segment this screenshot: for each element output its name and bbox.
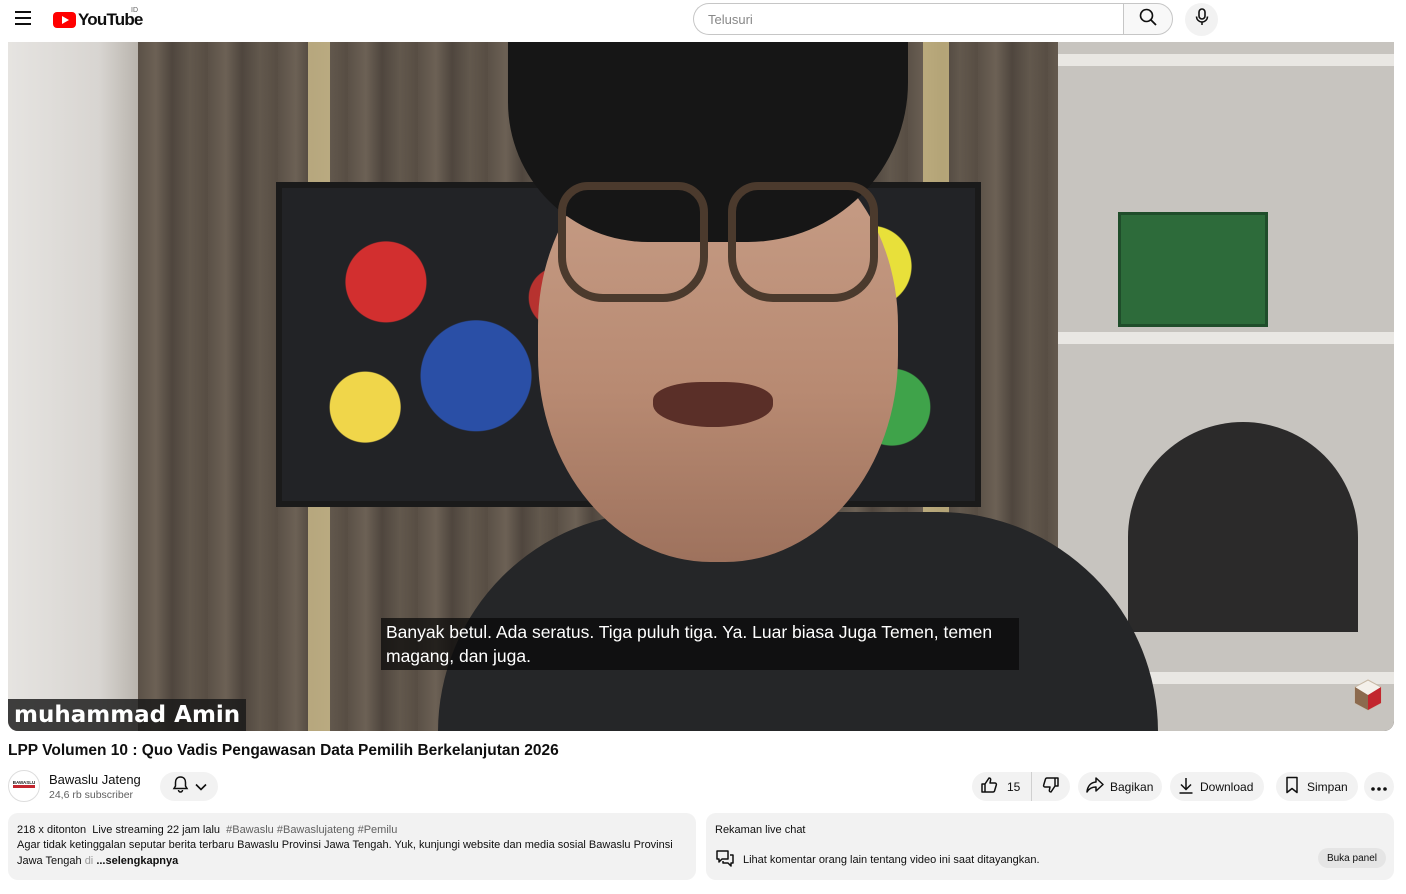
mic-icon — [1195, 8, 1209, 31]
search-bar — [693, 3, 1173, 35]
search-input[interactable] — [693, 3, 1123, 35]
search-icon — [1139, 8, 1157, 31]
video-title: LPP Volumen 10 : Quo Vadis Pengawasan Da… — [8, 742, 559, 759]
youtube-play-icon — [53, 12, 76, 28]
menu-button[interactable] — [8, 4, 40, 36]
chat-bubble-icon — [715, 849, 735, 870]
channel-name[interactable]: Bawaslu Jateng — [49, 772, 141, 787]
subscriber-count: 24,6 rb subscriber — [49, 789, 134, 801]
search-button[interactable] — [1123, 3, 1173, 35]
chevron-down-icon — [194, 778, 207, 796]
live-chat-title: Rekaman live chat — [715, 824, 806, 836]
channel-watermark-icon[interactable] — [1353, 678, 1383, 712]
share-label: Bagikan — [1110, 779, 1154, 794]
video-caption: Banyak betul. Ada seratus. Tiga puluh ti… — [381, 618, 1019, 670]
description-box[interactable]: 218 x ditonton Live streaming 22 jam lal… — [8, 813, 696, 880]
description-meta: 218 x ditonton Live streaming 22 jam lal… — [17, 824, 687, 836]
hashtags[interactable]: #Bawaslu #Bawaslujateng #Pemilu — [226, 824, 397, 836]
show-more-link[interactable]: ...selengkapnya — [96, 855, 178, 867]
like-button[interactable]: 15 — [972, 772, 1032, 801]
top-bar: YouTube ID — [0, 0, 1406, 40]
description-faded-text: di — [84, 855, 94, 867]
channel-avatar-text: BAWASLU — [13, 780, 36, 785]
notification-bell-button[interactable] — [160, 772, 218, 801]
description-text: Agar tidak ketinggalan seputar berita te… — [17, 837, 687, 869]
more-actions-button[interactable] — [1364, 772, 1394, 801]
thumbs-down-icon — [1042, 776, 1060, 797]
video-player[interactable]: Banyak betul. Ada seratus. Tiga puluh ti… — [8, 42, 1394, 731]
logo-country-code: ID — [131, 7, 138, 14]
bookmark-icon — [1285, 776, 1299, 797]
download-label: Download — [1200, 779, 1254, 794]
save-button[interactable]: Simpan — [1276, 772, 1358, 801]
view-count: 218 x ditonton — [17, 824, 87, 836]
video-frame-shelf-board — [1058, 54, 1394, 66]
share-icon — [1086, 777, 1104, 796]
like-dislike-group: 15 — [972, 772, 1070, 801]
voice-search-button[interactable] — [1185, 3, 1218, 36]
live-chat-replay-box: Rekaman live chat Lihat komentar orang l… — [706, 813, 1394, 880]
bell-icon — [172, 775, 189, 798]
channel-avatar[interactable]: BAWASLU — [8, 770, 40, 802]
youtube-logo[interactable]: YouTube ID — [53, 7, 143, 31]
open-panel-button[interactable]: Buka panel — [1317, 848, 1386, 868]
video-frame-shelf-board — [1058, 332, 1394, 344]
menu-icon — [15, 10, 33, 30]
more-horizontal-icon — [1371, 778, 1387, 796]
download-icon — [1178, 777, 1194, 797]
like-count: 15 — [1007, 779, 1021, 794]
dislike-button[interactable] — [1032, 772, 1070, 801]
speaker-name-overlay: muhammad Amin — [8, 699, 247, 731]
stream-date: Live streaming 22 jam lalu — [92, 824, 221, 836]
thumbs-up-icon — [980, 776, 998, 797]
save-label: Simpan — [1307, 779, 1348, 794]
share-button[interactable]: Bagikan — [1078, 772, 1162, 801]
download-button[interactable]: Download — [1170, 772, 1264, 801]
live-chat-message: Lihat komentar orang lain tentang video … — [743, 853, 1040, 866]
video-frame-green-box — [1118, 212, 1268, 327]
live-chat-row: Lihat komentar orang lain tentang video … — [715, 849, 1040, 870]
video-frame-wall — [8, 42, 138, 731]
